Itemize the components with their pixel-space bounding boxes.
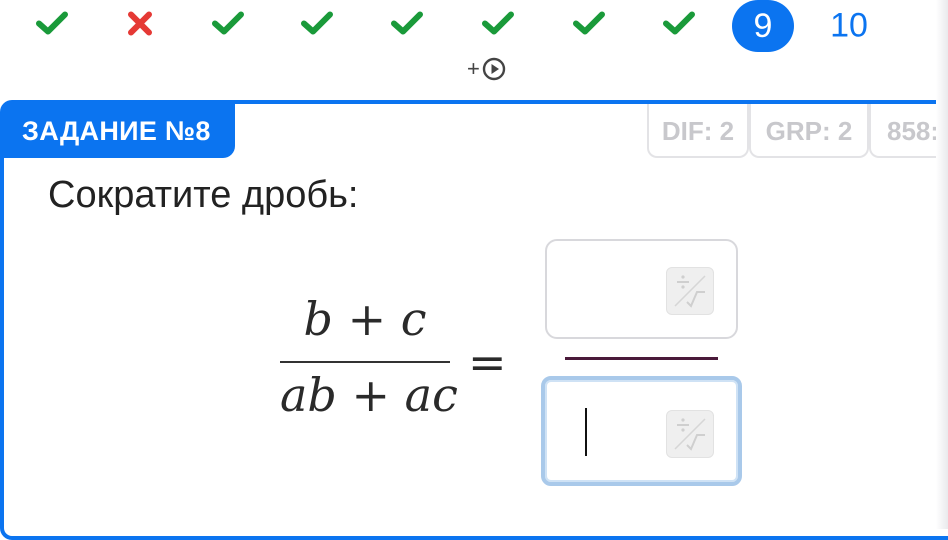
plus-label: + bbox=[467, 56, 480, 81]
task-card bbox=[0, 100, 948, 540]
check-icon bbox=[36, 11, 68, 41]
check-icon bbox=[482, 11, 514, 41]
fraction-denominator: ab + ac bbox=[280, 368, 458, 422]
check-icon bbox=[663, 11, 695, 41]
video-solution-marker[interactable]: + bbox=[467, 56, 506, 82]
question-text: Сократите дробь: bbox=[48, 174, 359, 216]
task-5-status[interactable] bbox=[377, 0, 437, 52]
cross-icon bbox=[127, 11, 153, 42]
check-icon bbox=[573, 11, 605, 41]
task-7-status[interactable] bbox=[559, 0, 619, 52]
answer-denominator-input[interactable] bbox=[541, 376, 742, 486]
group-tag: GRP: 2 bbox=[749, 104, 869, 158]
task-10-link[interactable]: 10 bbox=[819, 0, 879, 52]
check-icon bbox=[301, 11, 333, 41]
task-progress-bar: 9 10 + bbox=[0, 0, 948, 100]
window-edge bbox=[936, 0, 948, 529]
task-9-current[interactable]: 9 bbox=[732, 0, 794, 52]
task-2-status[interactable] bbox=[110, 0, 170, 52]
task-4-status[interactable] bbox=[287, 0, 347, 52]
current-task-badge: 9 bbox=[732, 0, 794, 52]
answer-numerator-input[interactable] bbox=[545, 239, 738, 339]
check-icon bbox=[391, 11, 423, 41]
equals-sign: = bbox=[468, 335, 507, 389]
task-8-status[interactable] bbox=[649, 0, 709, 52]
answer-fraction-bar bbox=[565, 357, 718, 360]
task-number-label: ЗАДАНИЕ №8 bbox=[4, 104, 235, 158]
formula-keyboard-icon[interactable] bbox=[666, 410, 714, 458]
task-3-status[interactable] bbox=[198, 0, 258, 52]
play-circle-icon bbox=[482, 57, 506, 81]
fraction-numerator: b + c bbox=[303, 292, 427, 346]
task-number: 10 bbox=[830, 6, 868, 45]
task-1-status[interactable] bbox=[22, 0, 82, 52]
formula-keyboard-icon[interactable] bbox=[666, 267, 714, 315]
fraction-bar bbox=[280, 361, 450, 363]
task-6-status[interactable] bbox=[468, 0, 528, 52]
difficulty-tag: DIF: 2 bbox=[647, 104, 749, 158]
check-icon bbox=[212, 11, 244, 41]
text-cursor bbox=[585, 408, 587, 456]
